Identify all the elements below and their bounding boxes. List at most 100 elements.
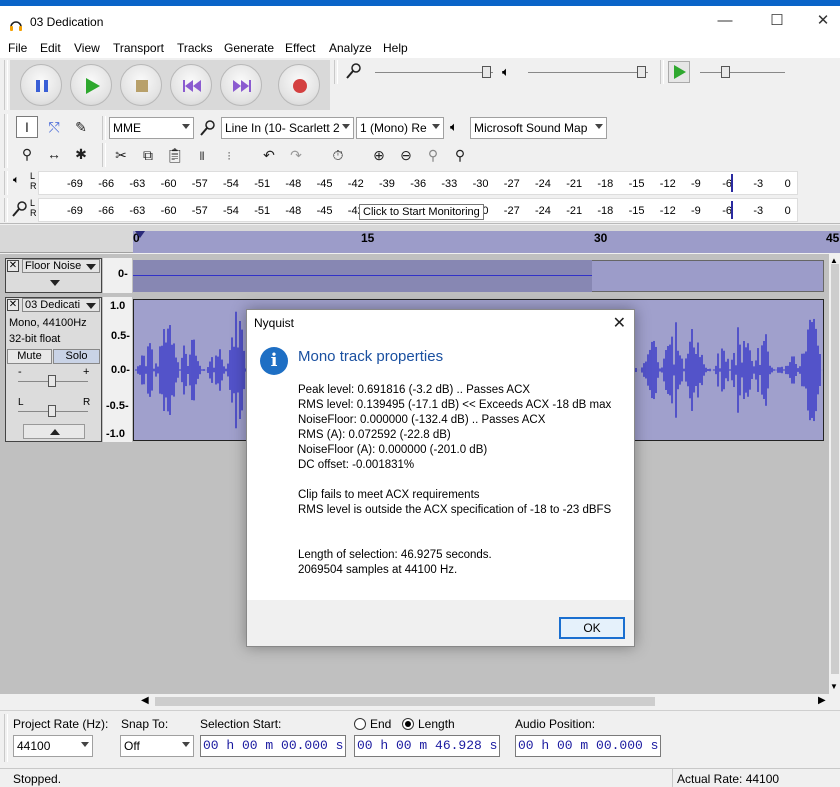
meter-tick: -39 xyxy=(379,178,395,190)
playhead-marker[interactable] xyxy=(135,231,145,238)
draw-tool[interactable]: ✎ xyxy=(70,116,92,138)
undo-button[interactable]: ↶ xyxy=(258,144,280,166)
time-shift-tool[interactable]: ↔ xyxy=(43,143,65,165)
paste-button[interactable]: 📋︎ xyxy=(164,144,186,166)
meter-tick: -42 xyxy=(347,178,364,190)
menu-tracks[interactable]: Tracks xyxy=(177,39,213,57)
timeline-selection xyxy=(133,231,840,253)
stop-button[interactable] xyxy=(120,64,162,106)
zoom-tool[interactable]: ⚲ xyxy=(16,143,38,165)
playback-speed-slider[interactable] xyxy=(700,72,785,73)
speaker-icon: 🔈︎ xyxy=(450,119,458,134)
close-track-button[interactable]: ✕ xyxy=(7,260,19,272)
pause-button[interactable] xyxy=(20,64,62,106)
audio-position-field[interactable]: 00 h 00 m 00.000 s xyxy=(515,735,661,757)
mute-button[interactable]: Mute xyxy=(7,349,52,364)
recording-meter-channels: LR xyxy=(30,198,37,218)
vruler-minus-0.5: -0.5- xyxy=(106,400,129,412)
copy-button[interactable]: ⧉ xyxy=(137,144,159,166)
redo-button[interactable]: ↷ xyxy=(285,144,307,166)
horizontal-scrollbar[interactable]: ◀ ▶ xyxy=(0,694,840,709)
envelope-tool[interactable]: ⤲ xyxy=(43,116,65,138)
multi-tool[interactable]: ✱ xyxy=(70,143,92,165)
recording-channels-select[interactable]: 1 (Mono) Re xyxy=(356,117,444,139)
sync-lock-button[interactable]: ⏱︎ xyxy=(327,144,349,166)
play-button[interactable] xyxy=(70,64,112,106)
nyquist-dialog: Nyquist ✕ i Mono track properties Peak l… xyxy=(246,309,635,647)
dialog-close-icon[interactable]: ✕ xyxy=(613,313,626,333)
audio-host-select[interactable]: MME xyxy=(109,117,194,139)
toolbar-grip[interactable] xyxy=(660,60,664,84)
scroll-left-icon[interactable]: ◀ xyxy=(141,695,149,706)
meter-tick: -48 xyxy=(285,178,302,190)
horizontal-scroll-thumb[interactable] xyxy=(155,697,655,706)
menu-help[interactable]: Help xyxy=(383,39,408,57)
menu-view[interactable]: View xyxy=(74,39,100,57)
playback-device-select[interactable]: Microsoft Sound Map xyxy=(470,117,607,139)
floor-noise-clip[interactable] xyxy=(133,260,592,292)
menu-generate[interactable]: Generate xyxy=(224,39,274,57)
toolbar-grip[interactable] xyxy=(4,714,8,762)
toolbar-grip[interactable] xyxy=(334,60,338,84)
meter-tick: -69 xyxy=(67,178,83,190)
menu-file[interactable]: File xyxy=(8,39,27,57)
zoom-out-button[interactable]: ⊖ xyxy=(395,144,417,166)
scroll-down-icon[interactable]: ▼ xyxy=(830,682,838,691)
floor-noise-track-name[interactable]: Floor Noise xyxy=(22,259,100,273)
playback-speed-thumb[interactable] xyxy=(721,66,730,78)
selection-length-field[interactable]: 00 h 00 m 46.928 s xyxy=(354,735,500,757)
selection-tool[interactable]: I xyxy=(16,116,38,138)
minimize-button[interactable]: — xyxy=(702,6,748,38)
menu-effect[interactable]: Effect xyxy=(285,39,315,57)
double-arrow-icon: ↔ xyxy=(47,146,61,162)
record-button[interactable] xyxy=(278,64,320,106)
fit-project-button[interactable]: ⚲ xyxy=(449,144,471,166)
menu-transport[interactable]: Transport xyxy=(113,39,164,57)
recording-device-select[interactable]: Line In (10- Scarlett 2 xyxy=(221,117,354,139)
meter-tick: -60 xyxy=(160,205,177,217)
snap-to-select[interactable]: Off xyxy=(120,735,194,757)
skip-to-end-button[interactable] xyxy=(220,64,262,106)
trim-audio-button[interactable]: ⫴ xyxy=(191,144,213,166)
recording-volume-thumb[interactable] xyxy=(482,66,491,78)
ok-button[interactable]: OK xyxy=(559,617,625,639)
close-track-button[interactable]: ✕ xyxy=(7,299,19,311)
scroll-right-icon[interactable]: ▶ xyxy=(818,695,826,706)
collapse-track-icon[interactable] xyxy=(50,280,60,286)
toolbar-grip[interactable] xyxy=(4,114,8,168)
selection-start-field[interactable]: 00 h 00 m 00.000 s xyxy=(200,735,346,757)
playback-volume-thumb[interactable] xyxy=(637,66,646,78)
recording-volume-slider[interactable] xyxy=(375,72,493,73)
end-radio[interactable] xyxy=(354,718,366,730)
play-at-speed-button[interactable] xyxy=(668,61,690,83)
floor-noise-waveline xyxy=(133,275,592,276)
toolbar-grip[interactable] xyxy=(102,143,106,167)
toolbar-grip[interactable] xyxy=(4,171,8,195)
toolbar-grip[interactable] xyxy=(4,198,8,222)
vertical-scroll-thumb[interactable] xyxy=(831,264,839,674)
playback-volume-slider[interactable] xyxy=(528,72,648,73)
cut-button[interactable]: ✂ xyxy=(110,144,132,166)
solo-button[interactable]: Solo xyxy=(53,349,100,364)
meter-tick: -57 xyxy=(191,205,208,217)
fit-selection-button[interactable]: ⚲ xyxy=(422,144,444,166)
project-rate-select[interactable]: 44100 xyxy=(13,735,93,757)
vertical-scrollbar[interactable]: ▲ ▼ xyxy=(829,254,840,694)
maximize-button[interactable]: ☐ xyxy=(754,6,800,38)
voice-track-name[interactable]: 03 Dedicati xyxy=(22,298,100,312)
length-radio[interactable] xyxy=(402,718,414,730)
close-button[interactable]: ✕ xyxy=(800,6,840,38)
playback-meter[interactable]: -69 -66 -63 -60 -57 -54 -51 -48 -45 -42 -39 -36 -33 -… xyxy=(38,171,798,195)
menu-analyze[interactable]: Analyze xyxy=(329,39,372,57)
skip-to-start-button[interactable] xyxy=(170,64,212,106)
zoom-in-button[interactable]: ⊕ xyxy=(368,144,390,166)
silence-audio-button[interactable]: ⫶ xyxy=(218,144,240,166)
pan-slider-thumb[interactable] xyxy=(48,405,56,417)
collapse-track-button[interactable] xyxy=(23,424,85,439)
menu-edit[interactable]: Edit xyxy=(40,39,61,57)
meter-tick: -18 xyxy=(597,178,614,190)
gain-slider-thumb[interactable] xyxy=(48,375,56,387)
envelope-icon: ⤲ xyxy=(48,119,60,135)
toolbar-grip[interactable] xyxy=(102,116,106,140)
toolbar-grip[interactable] xyxy=(4,60,8,110)
